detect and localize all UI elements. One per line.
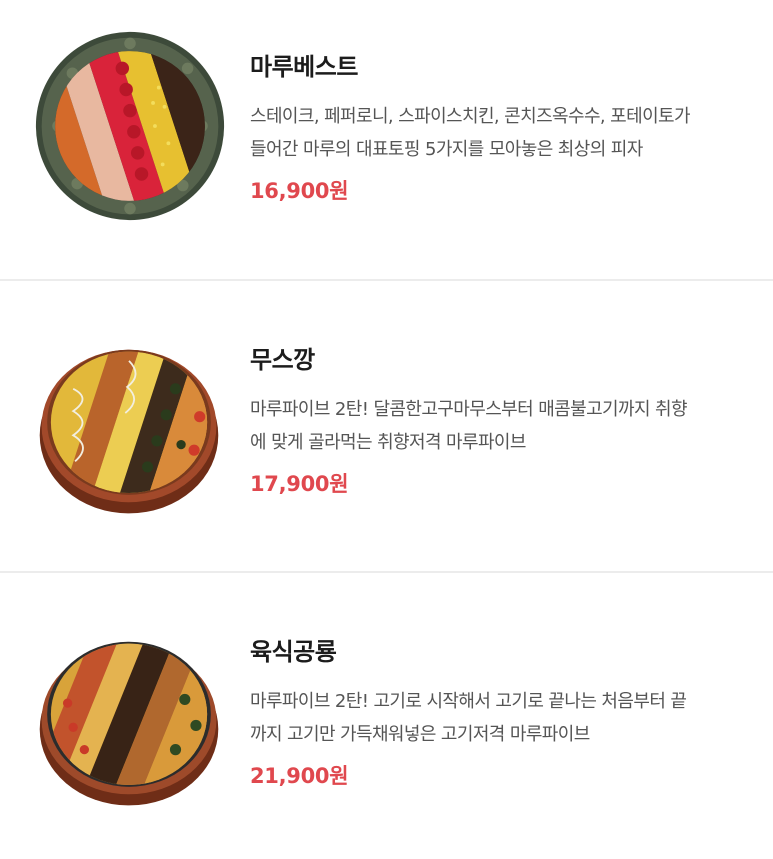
pizza-illustration <box>39 641 219 806</box>
item-description-line: 스테이크, 페퍼로니, 스파이스치킨, 콘치즈옥수수, 포테이토가 <box>250 106 691 127</box>
item-text: 마루베스트 스테이크, 페퍼로니, 스파이스치킨, 콘치즈옥수수, 포테이토가 … <box>250 50 750 206</box>
item-name[interactable]: 마루베스트 <box>250 50 750 84</box>
item-text: 무스깡 마루파이브 2탄! 달콤한고구마무스부터 매콤불고기까지 취향 에 맞게… <box>250 343 750 499</box>
item-name[interactable]: 무스깡 <box>250 343 750 377</box>
item-description-line: 에 맞게 골라먹는 취향저격 마루파이브 <box>250 432 526 453</box>
item-description: 마루파이브 2탄! 달콤한고구마무스부터 매콤불고기까지 취향 에 맞게 골라먹… <box>250 393 745 459</box>
item-text: 육식공룡 마루파이브 2탄! 고기로 시작해서 고기로 끝나는 처음부터 끝 까… <box>250 635 750 791</box>
pizza-illustration <box>35 31 225 221</box>
menu-item-yuksik-gongryong[interactable]: 육식공룡 마루파이브 2탄! 고기로 시작해서 고기로 끝나는 처음부터 끝 까… <box>0 572 773 852</box>
pizza-image[interactable] <box>34 30 226 222</box>
pizza-image[interactable] <box>36 625 222 811</box>
item-description-line: 까지 고기만 가득채워넣은 고기저격 마루파이브 <box>250 724 590 745</box>
menu-item-maru-best[interactable]: 마루베스트 스테이크, 페퍼로니, 스파이스치킨, 콘치즈옥수수, 포테이토가 … <box>0 0 773 280</box>
item-price: 17,900원 <box>250 472 349 496</box>
item-price: 21,900원 <box>250 764 349 788</box>
pizza-image[interactable] <box>36 333 222 519</box>
pizza-illustration <box>39 349 219 514</box>
item-price: 16,900원 <box>250 179 349 203</box>
item-description-line: 들어간 마루의 대표토핑 5가지를 모아놓은 최상의 피자 <box>250 139 643 160</box>
item-name[interactable]: 육식공룡 <box>250 635 750 669</box>
item-description: 마루파이브 2탄! 고기로 시작해서 고기로 끝나는 처음부터 끝 까지 고기만… <box>250 685 745 751</box>
item-description: 스테이크, 페퍼로니, 스파이스치킨, 콘치즈옥수수, 포테이토가 들어간 마루… <box>250 100 745 166</box>
menu-item-museukkang[interactable]: 무스깡 마루파이브 2탄! 달콤한고구마무스부터 매콤불고기까지 취향 에 맞게… <box>0 281 773 561</box>
item-description-line: 마루파이브 2탄! 고기로 시작해서 고기로 끝나는 처음부터 끝 <box>250 691 687 712</box>
item-description-line: 마루파이브 2탄! 달콤한고구마무스부터 매콤불고기까지 취향 <box>250 399 688 420</box>
